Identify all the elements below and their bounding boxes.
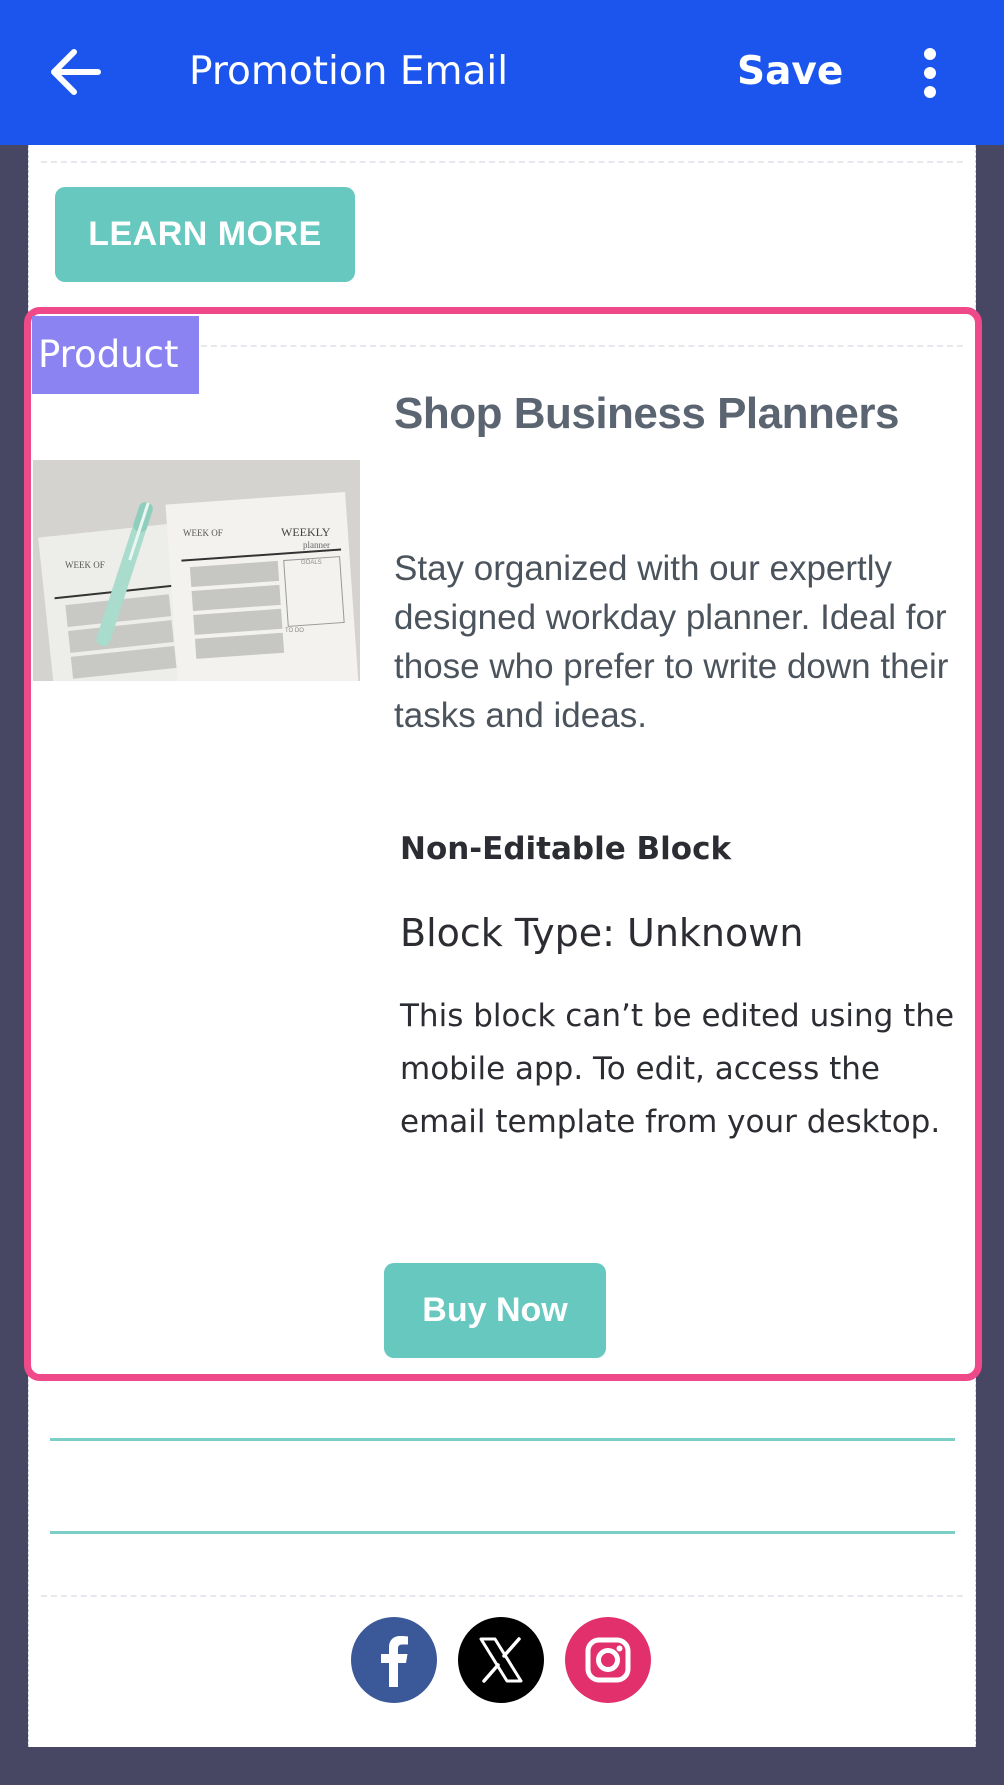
svg-text:WEEKLY: WEEKLY — [281, 525, 331, 539]
learn-more-button[interactable]: LEARN MORE — [55, 187, 355, 282]
more-options-icon[interactable] — [918, 46, 942, 102]
product-description: Stay organized with our expertly designe… — [394, 549, 949, 735]
back-arrow-icon[interactable] — [44, 40, 108, 104]
page-title: Promotion Email — [189, 49, 509, 94]
app-bar: Promotion Email Save — [0, 0, 1004, 145]
facebook-icon[interactable] — [351, 1617, 437, 1703]
social-links — [351, 1617, 651, 1703]
divider-line — [50, 1531, 955, 1534]
svg-text:WEEK OF: WEEK OF — [183, 528, 223, 538]
svg-text:TO DO: TO DO — [285, 628, 304, 634]
svg-text:GOALS: GOALS — [301, 560, 322, 566]
product-image: WEEK OF WEEK OF WEEKLY planner GOALS TO … — [33, 460, 360, 681]
svg-text:planner: planner — [303, 540, 330, 550]
block-separator — [191, 345, 963, 347]
divider-line — [50, 1438, 955, 1441]
buy-now-button[interactable]: Buy Now — [384, 1263, 606, 1358]
non-editable-title: Non-Editable Block — [400, 831, 732, 867]
x-icon[interactable] — [458, 1617, 544, 1703]
svg-text:WEEK OF: WEEK OF — [65, 560, 105, 570]
block-type-label: Block Type: Unknown — [400, 911, 804, 955]
non-editable-message: This block can’t be edited using the mob… — [400, 998, 955, 1140]
email-canvas: LEARN MORE Product WEEK OF WEEK OF WEEKL… — [24, 145, 982, 1747]
product-block[interactable]: Product WEEK OF WEEK OF WEEKLY planner G… — [24, 307, 982, 1381]
instagram-icon[interactable] — [565, 1617, 651, 1703]
product-heading: Shop Business Planners — [394, 389, 899, 438]
save-button[interactable]: Save — [737, 44, 843, 100]
block-separator — [41, 1595, 963, 1597]
block-separator — [41, 161, 963, 163]
block-type-tag: Product — [32, 316, 199, 394]
